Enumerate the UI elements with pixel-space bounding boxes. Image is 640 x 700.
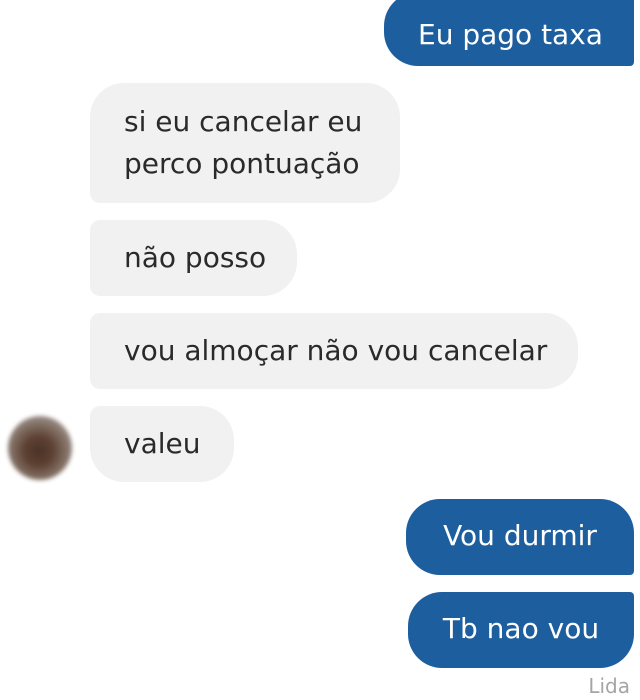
message-text: Tb nao vou	[442, 612, 600, 645]
message-bubble-incoming[interactable]: si eu cancelar eu perco pontuação	[90, 83, 400, 203]
chat-thread: Eu pago taxa si eu cancelar eu perco pon…	[0, 0, 640, 700]
read-receipt: Lida	[588, 674, 630, 698]
message-bubble-incoming[interactable]: valeu	[90, 406, 234, 482]
contact-avatar[interactable]	[8, 416, 72, 480]
message-text: Eu pago taxa	[418, 18, 603, 51]
message-text: valeu	[124, 427, 201, 460]
message-text: não posso	[124, 241, 267, 274]
message-text: Vou durmir	[443, 519, 597, 552]
message-bubble-incoming[interactable]: vou almoçar não vou cancelar	[90, 313, 578, 389]
message-text-line: perco pontuação	[124, 147, 360, 180]
message-text: vou almoçar não vou cancelar	[124, 334, 548, 367]
message-bubble-outgoing[interactable]: Tb nao vou	[408, 592, 634, 668]
message-bubble-outgoing[interactable]: Eu pago taxa	[384, 0, 634, 66]
message-text-line: si eu cancelar eu	[124, 105, 363, 138]
message-bubble-outgoing[interactable]: Vou durmir	[406, 499, 634, 575]
message-bubble-incoming[interactable]: não posso	[90, 220, 297, 296]
